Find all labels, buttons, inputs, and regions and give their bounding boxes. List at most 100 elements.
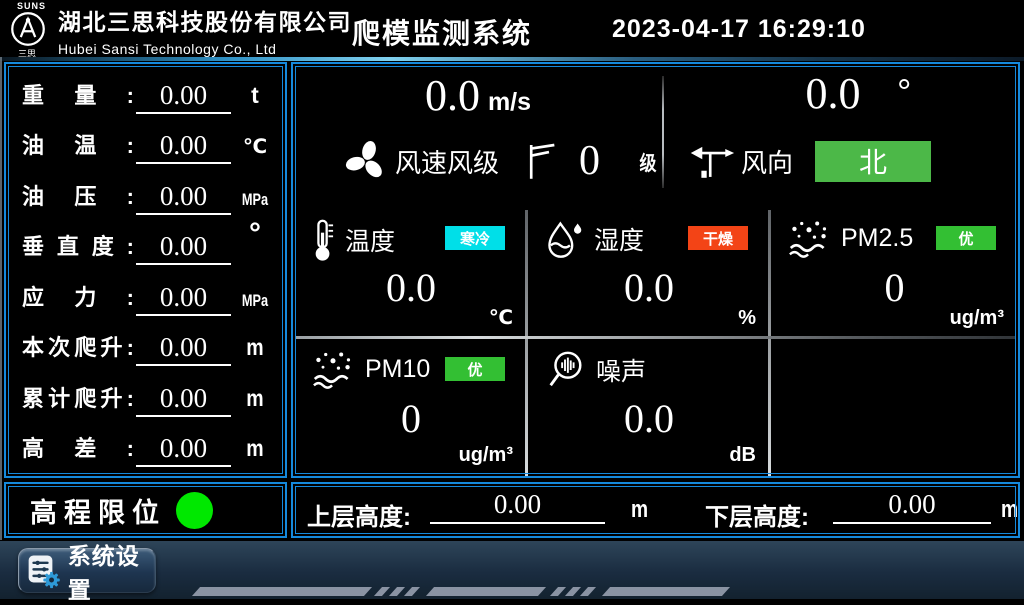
thermometer-icon	[311, 218, 335, 262]
humidity-value: 0.0	[530, 268, 768, 308]
row-height-diff: 高差: 0.00 m	[12, 422, 279, 471]
oil-temp-unit: ℃	[235, 137, 275, 168]
current-climb-label: 本次爬升:	[22, 337, 134, 370]
wind-level-value: 0	[579, 140, 600, 182]
wind-direction-group: 风向 北	[689, 130, 931, 192]
company-name-cn: 湖北三思科技股份有限公司	[58, 3, 352, 37]
row-total-climb: 累计爬升: 0.00 m	[12, 372, 279, 421]
dust-icon	[311, 349, 355, 389]
page-title: 爬模监测系统	[352, 12, 532, 52]
wind-direction-unit: °	[897, 74, 911, 110]
footer-decor-stripes	[196, 587, 726, 596]
noise-label: 噪声	[596, 352, 646, 388]
humidity-level-badge: 干燥	[688, 226, 748, 250]
noise-cell: 噪声 0.0 dB	[530, 341, 768, 473]
total-climb-unit: m	[238, 387, 272, 421]
stress-value: 0.00	[136, 284, 231, 316]
header-accent-bar	[0, 57, 1024, 61]
upper-height-label: 上层高度:	[307, 497, 411, 532]
height-diff-unit: m	[238, 437, 272, 471]
oil-temp-value: 0.00	[136, 132, 231, 164]
verticality-value: 0.00	[136, 233, 231, 265]
wind-direction-indicator: 北	[815, 141, 931, 182]
wind-speed-value: 0.0	[425, 71, 480, 120]
heights-panel: 上层高度: 0.00 m 下层高度: 0.00 m	[291, 482, 1020, 538]
screen-edge-highlight	[0, 57, 2, 599]
pm10-label: PM10	[365, 355, 430, 384]
oil-temp-label: 油温:	[22, 135, 134, 168]
verticality-unit: °	[235, 219, 275, 269]
row-current-climb: 本次爬升: 0.00 m	[12, 321, 279, 370]
monitor-screen: SUNS 三思 湖北三思科技股份有限公司 Hubei Sansi Technol…	[0, 0, 1024, 599]
upper-height-unit: m	[631, 496, 648, 524]
wind-speed-label: 风速风级	[395, 143, 499, 180]
height-diff-value: 0.00	[136, 435, 231, 467]
app-header: SUNS 三思 湖北三思科技股份有限公司 Hubei Sansi Technol…	[0, 0, 1024, 57]
pm10-level-badge: 优	[445, 357, 505, 381]
grid-divider-horizontal	[295, 336, 1016, 339]
logo-icon	[10, 11, 46, 47]
wind-speed-readout: 0.0 m/s	[293, 74, 663, 118]
row-stress: 应力: 0.00 MPa	[12, 271, 279, 320]
pm25-value: 0	[773, 268, 1016, 308]
humidity-label: 湿度	[594, 221, 644, 257]
grid-divider-vertical-1	[525, 210, 528, 476]
pm10-cell: PM10 优 0 ug/m³	[297, 341, 525, 473]
wind-speed-group: 风速风级 0 级	[293, 130, 658, 192]
row-verticality: 垂直度: 0.00 °	[12, 220, 279, 269]
company-name-en: Hubei Sansi Technology Co., Ltd	[58, 41, 352, 57]
total-climb-value: 0.00	[136, 385, 231, 417]
wind-section-divider	[662, 76, 664, 188]
row-weight: 重量: 0.00 t	[12, 69, 279, 118]
total-climb-label: 累计爬升:	[22, 388, 134, 421]
footer-bar: 系统设置	[0, 540, 1024, 599]
pm25-cell: PM2.5 优 0 ug/m³	[773, 210, 1016, 336]
logo-top-text: SUNS	[17, 1, 46, 11]
sliders-gear-icon	[27, 552, 60, 590]
measurements-panel: 重量: 0.00 t 油温: 0.00 ℃ 油压: 0.00 MPa 垂直度: …	[4, 62, 287, 478]
upper-height-value: 0.00	[430, 491, 605, 524]
temperature-level-badge: 寒冷	[445, 226, 505, 250]
weight-label: 重量:	[22, 85, 134, 118]
wind-direction-label: 风向	[741, 143, 793, 180]
noise-icon	[544, 349, 586, 391]
elevation-limit-panel: 高程限位	[4, 482, 287, 538]
row-oil-pressure: 油压: 0.00 MPa	[12, 170, 279, 219]
weight-value: 0.00	[136, 82, 231, 114]
wind-speed-unit: m/s	[488, 88, 531, 116]
datetime: 2023-04-17 16:29:10	[612, 15, 866, 44]
verticality-label: 垂直度:	[22, 236, 134, 269]
height-diff-label: 高差:	[22, 438, 134, 471]
wind-level-unit: 级	[640, 147, 657, 176]
humidity-cell: 湿度 干燥 0.0 %	[530, 210, 768, 336]
pm25-unit: ug/m³	[950, 307, 1004, 330]
fan-icon	[345, 140, 387, 182]
grid-divider-vertical-2	[768, 210, 771, 476]
weight-unit: t	[235, 84, 275, 118]
pm10-unit: ug/m³	[459, 444, 513, 467]
system-settings-button[interactable]: 系统设置	[18, 548, 156, 593]
company-block: 湖北三思科技股份有限公司 Hubei Sansi Technology Co.,…	[58, 3, 352, 57]
oil-pressure-label: 油压:	[22, 186, 134, 219]
row-oil-temp: 油温: 0.00 ℃	[12, 119, 279, 168]
elevation-limit-label: 高程限位	[30, 491, 166, 530]
humidity-unit: %	[738, 307, 756, 330]
pm10-value: 0	[297, 399, 525, 439]
company-logo: SUNS 三思	[8, 1, 56, 56]
temperature-label: 温度	[345, 222, 395, 258]
environment-panel: 0.0 m/s 风速风级 0 级 0.0	[291, 62, 1020, 478]
temperature-unit: ℃	[489, 305, 513, 330]
lower-height-unit: m	[1001, 496, 1018, 524]
dust-icon	[787, 218, 831, 258]
system-settings-label: 系统设置	[68, 537, 155, 605]
current-climb-unit: m	[238, 336, 272, 370]
pm25-level-badge: 优	[936, 226, 996, 250]
pm25-label: PM2.5	[841, 224, 913, 253]
stress-label: 应力:	[22, 287, 134, 320]
oil-pressure-value: 0.00	[136, 183, 231, 215]
wind-vane-icon	[689, 141, 735, 181]
wind-barb-icon	[525, 141, 557, 181]
elevation-status-indicator	[176, 492, 213, 529]
droplet-icon	[544, 218, 584, 260]
noise-unit: dB	[729, 444, 756, 467]
